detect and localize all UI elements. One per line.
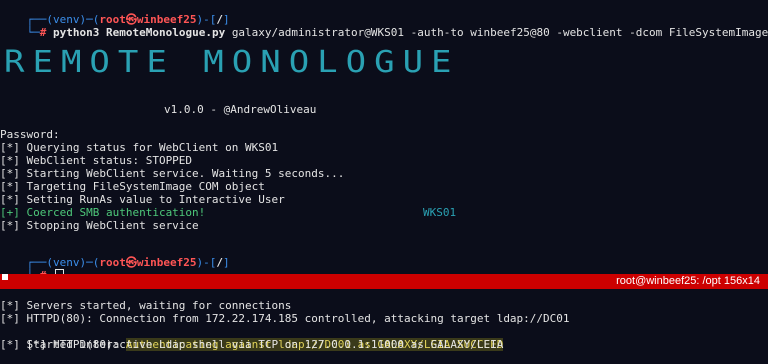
log-line: [*] HTTPD(80): Connection from 172.22.17… [0,312,570,325]
output-line: [*] Setting RunAs value to Interactive U… [0,193,285,206]
command-line-1: └─# python3 RemoteMonologue.py galaxy/ad… [26,26,768,39]
command-arguments: galaxy/administrator@WKS01 -auth-to winb… [231,26,768,39]
output-line-success: [+] Coerced SMB authentication! [0,206,206,219]
log-line-auth: [*] HTTPD(80): Authenticating against ld… [0,325,504,351]
terminal-bottom-pane[interactable]: [*] Servers started, waiting for connect… [0,289,768,353]
output-line: [*] Querying status for WebClient on WKS… [0,141,279,154]
prompt-line-2: ┌──(venv)─(root㉿winbeef25)-[/] [26,256,230,269]
output-line: [*] Stopping WebClient service [0,219,199,232]
output-line: [*] Starting WebClient service. Waiting … [0,167,345,180]
command-line-2[interactable]: └─# [0,256,64,283]
command-program: python3 RemoteMonologue.py [53,26,226,39]
output-host-label: WKS01 [423,206,457,219]
prompt-user: root㉿winbeef25 [99,256,197,269]
pane-title-bar[interactable]: root@winbeef25: /opt 156x14 [0,274,768,289]
prompt-line-1: ┌──(venv)─(root㉿winbeef25)-[/] [26,13,230,26]
pane-title: root@winbeef25: /opt 156x14 [616,275,760,287]
output-line: [*] WebClient status: STOPPED [0,154,193,167]
output-password-prompt: Password: [0,128,60,141]
prompt-path: / [216,256,223,269]
output-line: [*] Targeting FileSystemImage COM object [0,180,265,193]
log-line: [*] Started interactive Ldap shell via T… [0,338,504,351]
terminal-top-pane[interactable]: ┌──(venv)─(root㉿winbeef25)-[/] └─# pytho… [0,0,768,283]
log-line: [*] Servers started, waiting for connect… [0,299,292,312]
version-line: v1.0.0 - @AndrewOliveau [164,103,317,116]
pane-marker-icon [2,274,8,280]
ascii-banner: REMOTE MONOLOGUE [4,44,460,80]
